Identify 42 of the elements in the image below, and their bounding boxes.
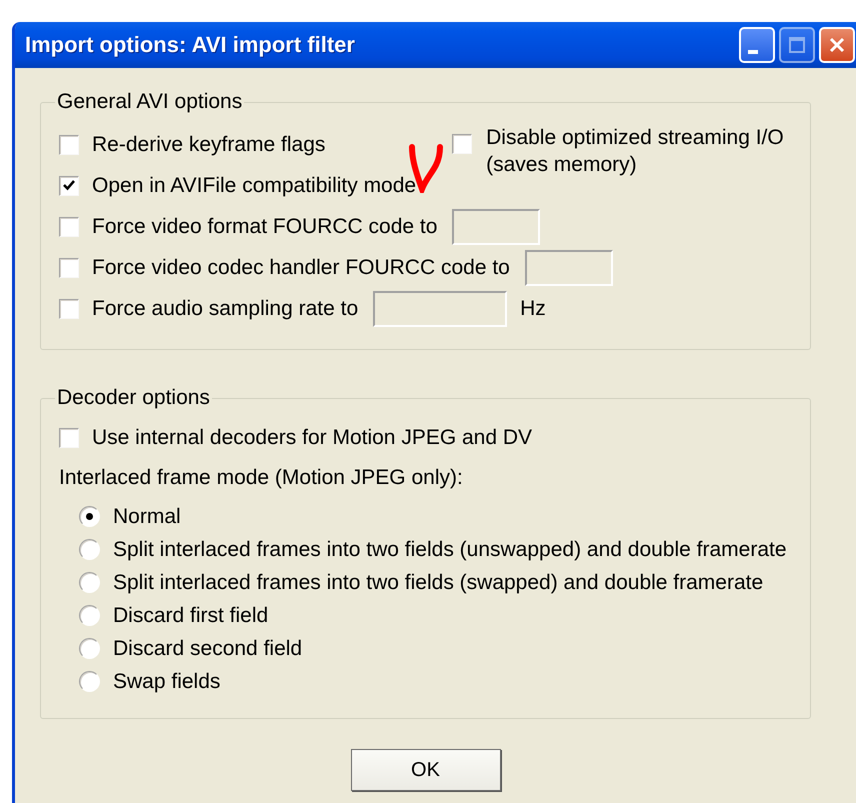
group-title: General AVI options	[56, 90, 244, 114]
close-button[interactable]	[819, 27, 855, 63]
input-field[interactable]	[452, 208, 540, 244]
section-label: Interlaced frame mode (Motion JPEG only):	[59, 466, 463, 490]
radio-button[interactable]	[79, 572, 100, 593]
radio-button[interactable]	[79, 605, 100, 626]
unit-label: Hz	[520, 296, 546, 320]
group-title: Decoder options	[56, 386, 211, 410]
radio-label: Normal	[113, 504, 181, 528]
checkbox[interactable]	[59, 258, 79, 278]
ok-button[interactable]: OK	[350, 749, 500, 791]
checkbox[interactable]	[59, 176, 79, 196]
radio-label: Swap fields	[113, 670, 220, 694]
minimize-icon	[748, 50, 758, 54]
radio-label: Discard second field	[113, 636, 302, 660]
radio-button[interactable]	[79, 671, 100, 692]
checkbox[interactable]	[59, 216, 79, 236]
check-icon	[63, 180, 75, 191]
input-field[interactable]	[373, 290, 508, 326]
radio-label: Discard first field	[113, 604, 268, 628]
option-label: Force audio sampling rate to	[92, 296, 358, 320]
minimize-button[interactable]	[739, 27, 775, 63]
maximize-icon	[788, 36, 806, 54]
window-title: Import options: AVI import filter	[25, 32, 356, 58]
checkbox[interactable]	[452, 134, 472, 154]
radio-label: Split interlaced frames into two fields (unswapped) and double framerate	[113, 538, 787, 562]
checkbox[interactable]	[59, 298, 79, 318]
maximize-button[interactable]	[779, 27, 815, 63]
option-label: Force video codec handler FOURCC code to	[92, 256, 510, 280]
input-field[interactable]	[524, 250, 613, 286]
close-icon	[828, 36, 846, 54]
option-label: Disable optimized streaming I/O (saves memory)	[486, 125, 785, 178]
option-label: Open in AVIFile compatibility mode	[92, 174, 416, 198]
option-label: Re-derive keyframe flags	[92, 132, 326, 156]
radio-label: Split interlaced frames into two fields (swapped) and double framerate	[113, 570, 764, 594]
radio-button[interactable]	[79, 539, 100, 560]
checkbox[interactable]	[59, 134, 79, 154]
radio-button[interactable]	[79, 638, 100, 659]
checkbox[interactable]	[59, 428, 79, 448]
option-label: Force video format FOURCC code to	[92, 214, 438, 238]
radio-button[interactable]	[79, 506, 100, 527]
option-label: Use internal decoders for Motion JPEG and DV	[92, 426, 532, 450]
